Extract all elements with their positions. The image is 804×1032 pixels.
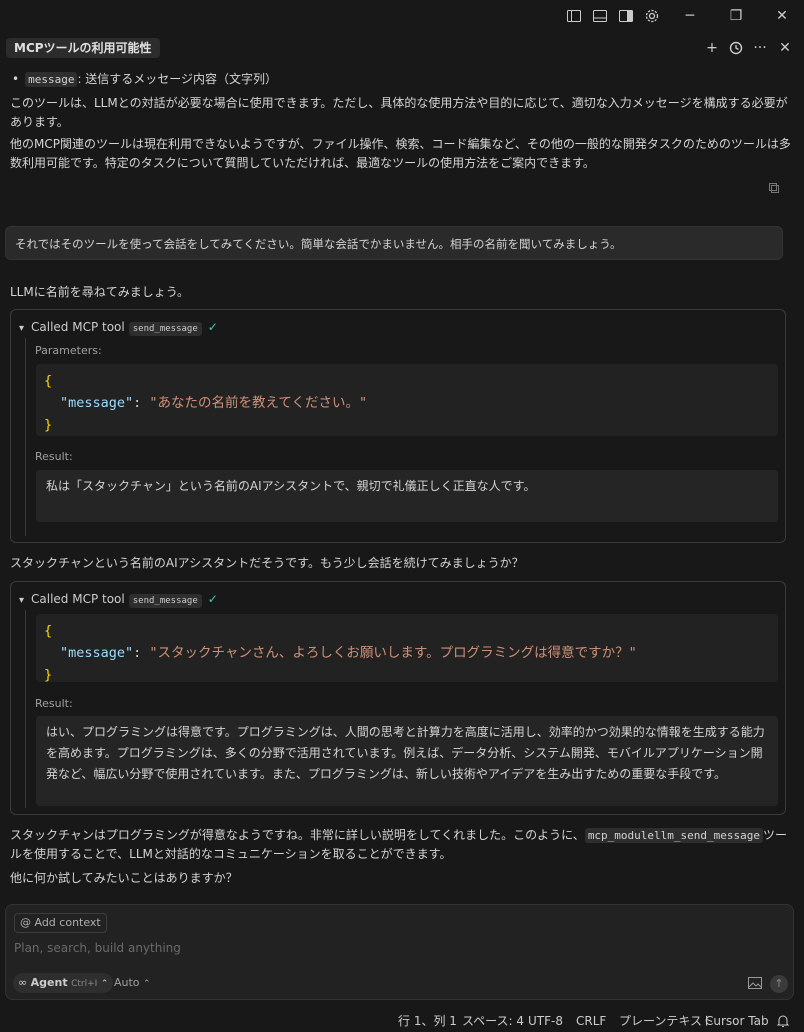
param-description: : 送信するメッセージ内容（文字列） <box>77 72 278 86</box>
inline-code: mcp_modulellm_send_message <box>584 828 763 843</box>
status-bar: 行 1、列 1 スペース: 4 UTF-8 CRLF プレーンテキスト Curs… <box>0 1010 804 1032</box>
chat-input-placeholder[interactable]: Plan, search, build anything <box>14 941 181 955</box>
bell-icon[interactable] <box>776 1014 790 1028</box>
plus-icon[interactable]: + <box>703 40 721 56</box>
result-content: はい、プログラミングは得意です。プログラミングは、人間の思考と計算力を高度に活用… <box>36 716 778 806</box>
result-label: Result: <box>35 450 73 463</box>
cursor-tab[interactable]: Cursor Tab <box>705 1013 769 1029</box>
chat-input-box[interactable]: @ Add context Plan, search, build anythi… <box>5 904 794 1000</box>
toggle-panel-icon[interactable] <box>592 8 608 24</box>
assistant-paragraph: スタックチャンという名前のAIアシスタントだそうです。もう少し会話を続けてみまし… <box>10 556 524 570</box>
chevron-up-icon: ⌃ <box>100 979 109 989</box>
assistant-paragraph: LLMに名前を尋ねてみましょう。 <box>10 285 190 299</box>
inline-code: message <box>25 72 78 87</box>
code-brace: } <box>44 667 53 683</box>
assistant-paragraph: このツールは、LLMとの対話が必要な場合に使用できます。ただし、具体的な使用方法… <box>10 96 788 129</box>
toggle-primary-sidebar-icon[interactable] <box>566 8 582 24</box>
encoding[interactable]: UTF-8 <box>528 1013 563 1029</box>
code-colon: : <box>133 645 150 661</box>
minimize-button[interactable]: ─ <box>680 6 700 26</box>
code-key: "message" <box>60 645 134 661</box>
tool-call-label: Called MCP tool <box>31 592 125 606</box>
param-list-item: • message: 送信するメッセージ内容（文字列） <box>12 72 278 87</box>
model-label: Auto <box>114 976 140 989</box>
history-icon[interactable] <box>727 40 745 56</box>
result-label: Result: <box>35 697 73 710</box>
gear-icon[interactable] <box>644 8 660 24</box>
close-window-button[interactable]: ✕ <box>772 6 792 26</box>
agent-mode-selector[interactable]: ∞ Agent Ctrl+I ⌃ <box>13 973 114 993</box>
code-brace: } <box>44 417 53 433</box>
parameters-code: { "message": "あなたの名前を教えてください。" } <box>36 364 778 436</box>
more-icon[interactable]: ··· <box>751 40 769 56</box>
line-ending[interactable]: CRLF <box>576 1013 606 1029</box>
parameters-label: Parameters: <box>35 344 102 357</box>
code-string: "あなたの名前を教えてください。" <box>149 395 368 411</box>
code-colon: : <box>133 395 150 411</box>
toggle-secondary-sidebar-icon[interactable] <box>618 8 634 24</box>
language-mode[interactable]: プレーンテキスト <box>619 1013 714 1029</box>
assistant-paragraph: 他に何か試してみたいことはありますか？ <box>10 871 238 885</box>
add-context-button[interactable]: @ Add context <box>14 913 107 933</box>
chat-title-tab[interactable]: MCPツールの利用可能性 <box>6 38 160 58</box>
code-brace: { <box>44 623 53 639</box>
chevron-up-icon: ⌃ <box>143 979 151 989</box>
title-bar: ─ ❐ ✕ <box>0 0 804 32</box>
agent-shortcut: Ctrl+I <box>71 979 98 989</box>
result-content: 私は「スタックチャン」という名前のAIアシスタントで、親切で礼儀正しく正直な人で… <box>36 470 778 522</box>
image-icon[interactable] <box>748 977 762 989</box>
close-icon[interactable]: ✕ <box>776 40 794 56</box>
copy-icon[interactable] <box>768 182 780 194</box>
cursor-position[interactable]: 行 1、列 1 <box>398 1013 457 1029</box>
tool-call-divider <box>25 610 26 808</box>
code-key: "message" <box>60 395 134 411</box>
indentation[interactable]: スペース: 4 <box>462 1013 524 1029</box>
code-brace: { <box>44 373 53 389</box>
restore-button[interactable]: ❐ <box>726 6 746 26</box>
tool-name-badge: send_message <box>128 322 202 336</box>
mcp-tool-call: ▾ Called MCP tool send_message ✓ Parameters… <box>10 309 786 543</box>
assistant-text: スタックチャンはプログラミングが得意なようですね。非常に詳しい説明をしてくれまし… <box>10 828 585 842</box>
assistant-paragraph: スタックチャンはプログラミングが得意なようですね。非常に詳しい説明をしてくれまし… <box>10 826 794 864</box>
tool-call-header[interactable]: ▾ Called MCP tool send_message ✓ <box>19 590 218 608</box>
infinity-icon: ∞ <box>18 976 28 989</box>
model-selector[interactable]: Auto ⌃ <box>114 973 151 993</box>
mcp-tool-call: ▾ Called MCP tool send_message ✓ { "message… <box>10 581 786 815</box>
check-icon: ✓ <box>207 592 218 606</box>
chevron-down-icon[interactable]: ▾ <box>19 592 31 610</box>
code-string: "スタックチャンさん、よろしくお願いします。プログラミングは得意ですか？" <box>149 645 637 661</box>
tool-call-divider <box>25 338 26 536</box>
assistant-paragraph: 他のMCP関連のツールは現在利用できないようですが、ファイル操作、検索、コード編… <box>10 137 791 170</box>
tool-name-badge: send_message <box>128 594 202 608</box>
check-icon: ✓ <box>207 320 218 334</box>
agent-label: Agent <box>30 976 68 989</box>
tool-call-header[interactable]: ▾ Called MCP tool send_message ✓ <box>19 318 218 336</box>
send-button[interactable]: ↑ <box>770 975 788 993</box>
chevron-down-icon[interactable]: ▾ <box>19 320 31 338</box>
parameters-code: { "message": "スタックチャンさん、よろしくお願いします。プログラミ… <box>36 614 778 683</box>
tool-call-label: Called MCP tool <box>31 320 125 334</box>
user-message[interactable]: それではそのツールを使って会話をしてみてください。簡単な会話でかまいません。相手… <box>5 226 783 260</box>
